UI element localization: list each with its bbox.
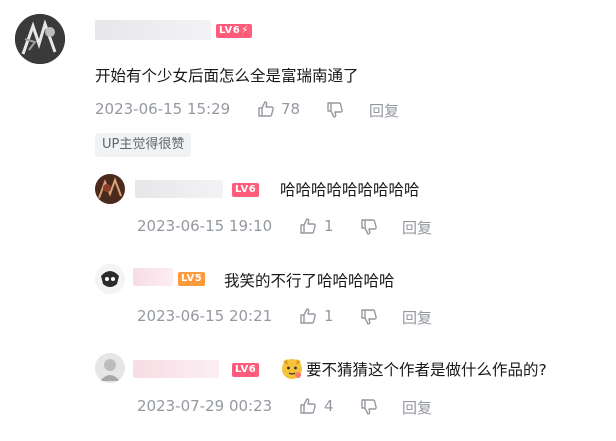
up-liked-tag: UP主觉得很赞 <box>95 133 192 157</box>
reply-time: 2023-06-15 20:21 <box>137 307 273 325</box>
user-avatar[interactable] <box>15 14 65 64</box>
avatar-art-icon <box>95 264 125 294</box>
reply-text: 我笑的不行了哈哈哈哈哈 <box>224 272 395 290</box>
avatar-art-icon <box>95 174 125 204</box>
dislike-icon[interactable] <box>360 308 378 326</box>
reply-level-badge: LV6 <box>232 183 260 197</box>
level-badge: LV6⚡ <box>216 24 252 38</box>
avatar-art-icon <box>95 353 125 383</box>
reply-button[interactable]: 回复 <box>402 307 432 328</box>
lightning-icon: ⚡ <box>241 25 249 36</box>
reply-time: 2023-07-29 00:23 <box>137 397 273 415</box>
like-count: 1 <box>324 217 334 235</box>
dislike-icon[interactable] <box>326 101 344 119</box>
reply-time: 2023-06-15 19:10 <box>137 217 273 235</box>
comment-text: 开始有个少女后面怎么全是富瑞南通了 <box>95 67 359 85</box>
like-icon[interactable] <box>299 217 317 235</box>
like-count: 78 <box>281 100 301 118</box>
like-count: 1 <box>324 307 334 325</box>
avatar-art-icon <box>15 14 65 64</box>
reply-username-blurred[interactable] <box>135 180 223 198</box>
dog-emoji-icon <box>282 359 302 379</box>
reply-username-blurred[interactable] <box>133 268 173 286</box>
comment-time: 2023-06-15 15:29 <box>95 100 231 118</box>
reply-level-badge: LV6 <box>232 363 260 377</box>
reply-text: 要不猜猜这个作者是做什么作品的? <box>306 361 547 379</box>
dislike-icon[interactable] <box>360 218 378 236</box>
reply-button[interactable]: 回复 <box>402 217 432 238</box>
like-icon[interactable] <box>299 307 317 325</box>
like-count: 4 <box>324 397 334 415</box>
reply-level-badge: LV5 <box>178 272 206 286</box>
reply-avatar[interactable] <box>95 264 125 294</box>
reply-avatar[interactable] <box>95 174 125 204</box>
username-blurred[interactable] <box>95 20 211 40</box>
like-icon[interactable] <box>299 397 317 415</box>
reply-button[interactable]: 回复 <box>402 397 432 418</box>
reply-button[interactable]: 回复 <box>369 100 399 121</box>
dislike-icon[interactable] <box>360 398 378 416</box>
like-icon[interactable] <box>257 100 275 118</box>
reply-text: 哈哈哈哈哈哈哈哈哈 <box>280 181 420 199</box>
reply-username-blurred[interactable] <box>133 360 219 378</box>
reply-avatar[interactable] <box>95 353 125 383</box>
